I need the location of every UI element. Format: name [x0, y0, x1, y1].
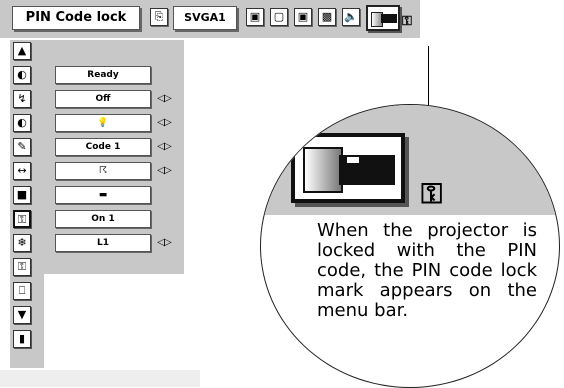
- usb-icon[interactable]: ↔: [13, 162, 31, 180]
- pin-lock-icon: ⚿: [402, 14, 412, 29]
- value-lamp-status: Ready: [55, 66, 151, 84]
- callout-magnifier: ⚿ When the projector is locked with the …: [260, 104, 560, 388]
- callout-pin-lock-icon: ⚿: [421, 177, 443, 210]
- value-fan[interactable]: L1: [55, 234, 151, 252]
- status-strip: [0, 370, 200, 387]
- scroll-down-icon[interactable]: ▼: [13, 306, 31, 324]
- arrow-toggle-icon[interactable]: ◁▷: [155, 236, 173, 250]
- value-power-management[interactable]: Off: [55, 90, 151, 108]
- callout-leader-line: [428, 46, 429, 106]
- sound-icon[interactable]: 🔈: [342, 8, 360, 26]
- factory-default-icon[interactable]: ⎕: [13, 282, 31, 300]
- image-icon[interactable]: ▩: [318, 8, 336, 26]
- value-lamp-mode[interactable]: 💡: [55, 114, 151, 132]
- value-remote-code[interactable]: Code 1: [55, 138, 151, 156]
- image-select-icon[interactable]: ▢: [270, 8, 288, 26]
- lamp-icon[interactable]: ◐: [13, 66, 31, 84]
- lamp-mode-icon[interactable]: ◐: [13, 114, 31, 132]
- arrow-toggle-icon[interactable]: ◁▷: [155, 92, 173, 106]
- value-usb-mouse[interactable]: ☈: [55, 162, 151, 180]
- power-management-icon[interactable]: ↯: [13, 90, 31, 108]
- screen-icon[interactable]: ▣: [294, 8, 312, 26]
- callout-caption: When the projector is locked with the PI…: [317, 220, 537, 321]
- lamp-counter-icon[interactable]: ⚿: [13, 258, 31, 276]
- arrow-toggle-icon[interactable]: ◁▷: [155, 164, 173, 178]
- menu-title: PIN Code lock: [12, 6, 140, 30]
- callout-setting-icon: [291, 133, 405, 203]
- arrow-toggle-icon[interactable]: ◁▷: [155, 116, 173, 130]
- setting-icon-selected[interactable]: [366, 5, 400, 31]
- input-icon[interactable]: ⎘: [150, 8, 168, 26]
- exit-icon[interactable]: ▮: [13, 330, 31, 348]
- arrow-toggle-icon[interactable]: ◁▷: [155, 140, 173, 154]
- scroll-up-icon[interactable]: ▲: [13, 42, 31, 60]
- key-lock-icon[interactable]: ■: [13, 186, 31, 204]
- input-source-label[interactable]: SVGA1: [173, 6, 237, 30]
- pin-code-lock-icon[interactable]: ⚿: [13, 210, 31, 228]
- pc-adjust-icon[interactable]: ▣: [246, 8, 264, 26]
- value-key-lock[interactable]: ▬: [55, 186, 151, 204]
- fan-icon[interactable]: ❄: [13, 234, 31, 252]
- remote-code-icon[interactable]: ✎: [13, 138, 31, 156]
- value-pin-code-lock[interactable]: On 1: [55, 210, 151, 228]
